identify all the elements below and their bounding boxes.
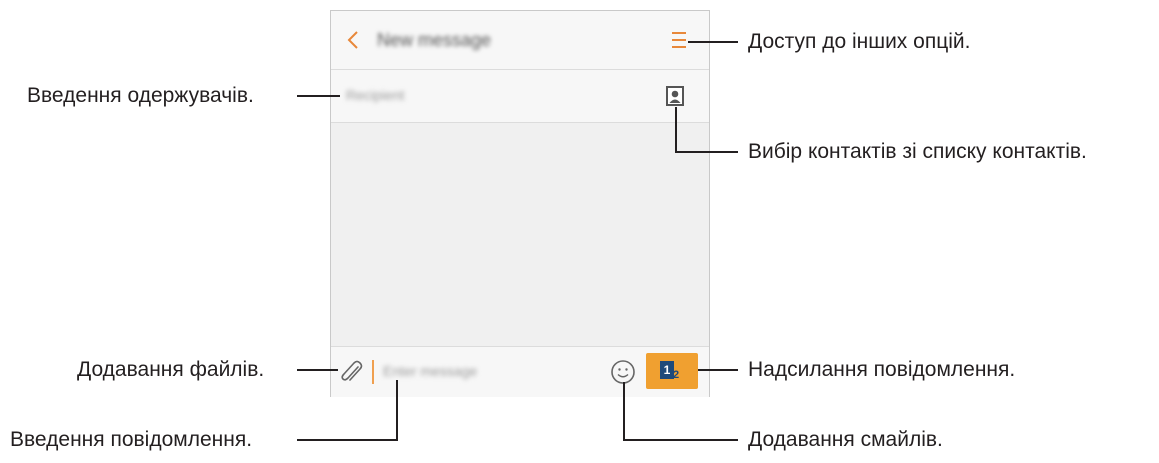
callout-select-contacts: Вибір контактів зі списку контактів. (748, 140, 1087, 163)
callout-more-options: Доступ до інших опцій. (748, 30, 971, 53)
callout-enter-message: Введення повідомлення. (10, 428, 253, 451)
callout-send-message: Надсилання повідомлення. (748, 358, 1016, 381)
leader-message (297, 380, 398, 441)
callout-lines (297, 41, 738, 441)
callout-add-emoticons: Додавання смайлів. (748, 428, 943, 451)
leader-emoji (623, 382, 738, 441)
leader-contacts (675, 107, 738, 153)
callout-enter-recipients: Введення одержувачів. (27, 84, 254, 107)
callout-attach-files: Додавання файлів. (77, 358, 265, 381)
